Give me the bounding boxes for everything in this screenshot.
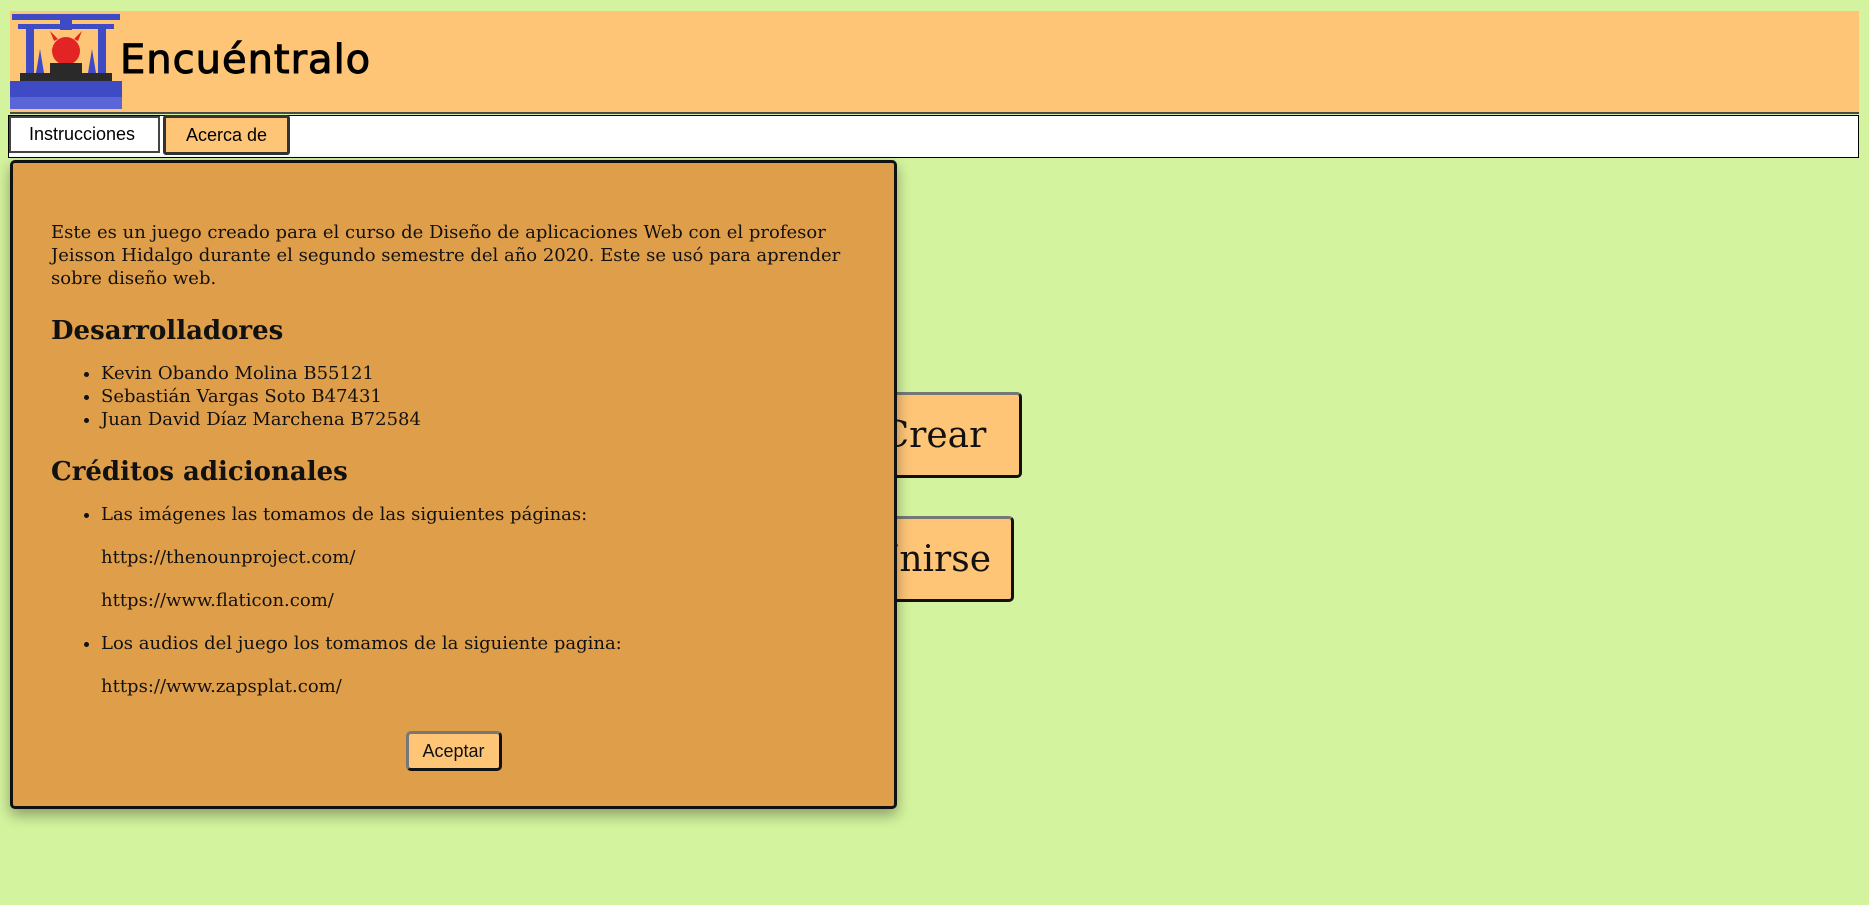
about-tab[interactable]: Acerca de <box>163 115 290 155</box>
credits-link: https://www.zapsplat.com/ <box>101 676 342 697</box>
accept-button-wrap: Aceptar <box>13 731 894 771</box>
app-header: Encuéntralo <box>10 11 1859 114</box>
accept-button[interactable]: Aceptar <box>405 731 502 771</box>
app-title: Encuéntralo <box>119 37 372 84</box>
developers-list: Kevin Obando Molina B55121 Sebastián Var… <box>51 362 856 431</box>
credits-audio-item: Los audios del juego los tomamos de la s… <box>101 632 856 698</box>
credits-link: https://www.flaticon.com/ <box>101 590 334 611</box>
developer-item: Sebastián Vargas Soto B47431 <box>101 385 856 408</box>
developers-heading: Desarrolladores <box>51 316 284 346</box>
developer-item: Juan David Díaz Marchena B72584 <box>101 408 856 431</box>
about-intro-text: Este es un juego creado para el curso de… <box>51 222 841 289</box>
credits-audio-text: Los audios del juego los tomamos de la s… <box>101 633 622 654</box>
credits-heading: Créditos adicionales <box>51 457 348 487</box>
credits-list: Las imágenes las tomamos de las siguient… <box>51 503 856 698</box>
developer-item: Kevin Obando Molina B55121 <box>101 362 856 385</box>
about-dialog: Este es un juego creado para el curso de… <box>10 160 897 809</box>
create-button-label: Crear <box>881 414 987 456</box>
credits-link: https://thenounproject.com/ <box>101 547 356 568</box>
instructions-tab[interactable]: Instrucciones <box>9 116 160 153</box>
credits-images-item: Las imágenes las tomamos de las siguient… <box>101 503 856 612</box>
torii-gate-oni-logo-icon <box>10 11 122 109</box>
nav-bar: Instrucciones Acerca de <box>8 115 1859 158</box>
credits-images-text: Las imágenes las tomamos de las siguient… <box>101 504 588 525</box>
